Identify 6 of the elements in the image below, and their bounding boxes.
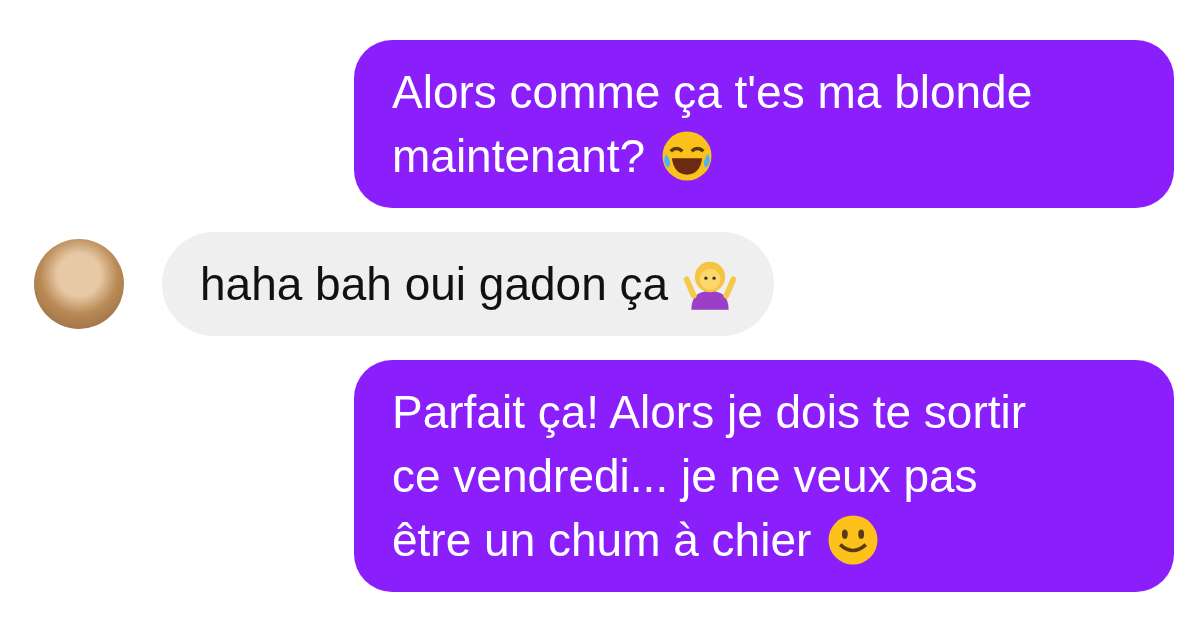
message-text: maintenant? [392, 129, 646, 184]
message-text: être un chum à chier [392, 513, 812, 568]
message-text: haha bah oui gadon ça [200, 257, 669, 312]
message-text: ce vendredi... je ne veux pas [392, 449, 978, 504]
message-text: Parfait ça! Alors je dois te sortir [392, 385, 1027, 440]
message-text: Alors comme ça t'es ma blonde [392, 65, 1033, 120]
